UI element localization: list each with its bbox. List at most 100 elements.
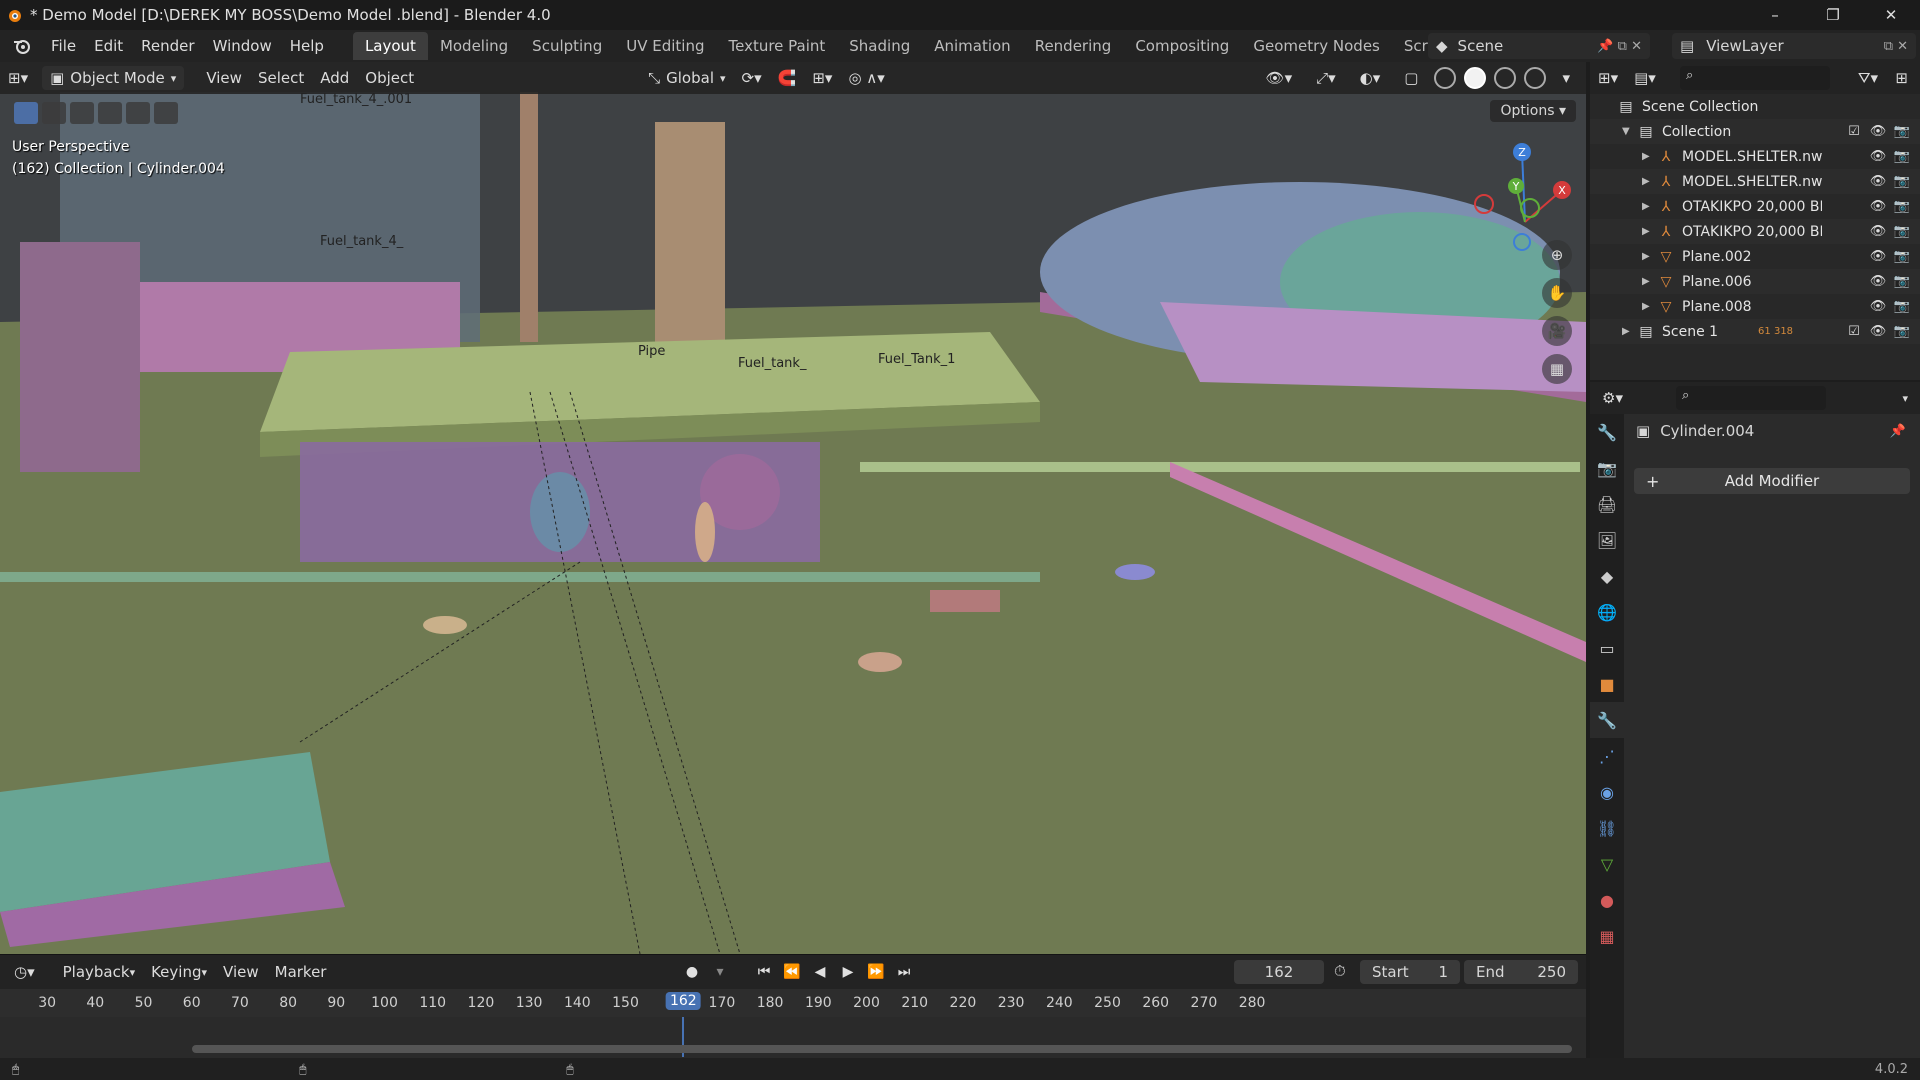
view-layer-icon[interactable]: 🖼 [1590, 522, 1624, 558]
eye-icon[interactable]: 👁 [1870, 324, 1887, 340]
xray-toggle-icon[interactable]: ▢ [1396, 66, 1426, 90]
timeline-menu-keying[interactable]: Keying ▾ [143, 960, 215, 984]
eye-icon[interactable]: 👁 [1870, 174, 1887, 190]
tab-sculpting[interactable]: Sculpting [520, 32, 614, 60]
data-icon[interactable]: ▽ [1590, 846, 1624, 882]
wireframe-shading-icon[interactable] [1434, 67, 1457, 89]
viewport-menu-add[interactable]: Add [312, 66, 357, 90]
expand-down-icon[interactable]: ▼ [1622, 126, 1636, 137]
snap-target-icon[interactable]: ⊞▾ [804, 66, 840, 90]
timeline-scrollbar[interactable] [192, 1045, 1572, 1053]
shading-options-icon[interactable]: ▾ [1554, 66, 1578, 90]
camera-icon[interactable]: 📷 [1894, 199, 1910, 215]
outliner-row[interactable]: ▤ Scene Collection [1590, 94, 1920, 119]
clock-icon[interactable]: ⏱ [1334, 962, 1346, 980]
expand-right-icon[interactable]: ▶ [1642, 176, 1656, 187]
expand-right-icon[interactable]: ▶ [1642, 201, 1656, 212]
properties-options-icon[interactable]: ▾ [1894, 386, 1916, 410]
timeline-menu-marker[interactable]: Marker [267, 960, 335, 984]
physics-icon[interactable]: ◉ [1590, 774, 1624, 810]
camera-icon[interactable]: 📷 [1894, 274, 1910, 290]
material-icon[interactable]: ● [1590, 882, 1624, 918]
scene-selector[interactable]: ◆ Scene 📌 ⧉ ✕ [1428, 33, 1650, 59]
blender-menu-icon[interactable] [8, 32, 36, 60]
eye-icon[interactable]: 👁 [1870, 199, 1887, 215]
current-frame-field[interactable]: 162 [1234, 960, 1324, 984]
expand-right-icon[interactable]: ▶ [1642, 151, 1656, 162]
tab-texture-paint[interactable]: Texture Paint [716, 32, 837, 60]
modifier-icon[interactable]: 🔧 [1590, 702, 1624, 738]
solid-shading-icon[interactable] [1464, 67, 1487, 89]
eye-icon[interactable]: 👁 [1870, 124, 1887, 140]
jump-end-icon[interactable]: ⏭ [892, 960, 916, 984]
expand-right-icon[interactable]: ▶ [1642, 301, 1656, 312]
eye-icon[interactable]: 👁 [1870, 274, 1887, 290]
overlay-toggle-icon[interactable]: ◐▾ [1352, 66, 1389, 90]
menu-edit[interactable]: Edit [85, 37, 132, 55]
outliner-search-input[interactable]: ⌕ [1680, 66, 1830, 90]
expand-right-icon[interactable]: ▶ [1622, 326, 1636, 337]
pivot-point-icon[interactable]: ⟳▾ [734, 66, 770, 90]
tab-uv-editing[interactable]: UV Editing [614, 32, 716, 60]
camera-icon[interactable]: 📷 [1894, 299, 1910, 315]
outliner-row[interactable]: ▶ ⅄ OTAKIKPO 20,000 BB 👁 📷 [1590, 194, 1920, 219]
tool-icon[interactable]: 🔧 [1590, 414, 1624, 450]
current-frame-indicator[interactable]: 162 [665, 992, 701, 1010]
minimize-button[interactable]: – [1746, 0, 1804, 30]
object-icon[interactable]: ■ [1590, 666, 1624, 702]
eye-icon[interactable]: 👁 [1870, 149, 1887, 165]
outliner-row[interactable]: ▶ ▤ Scene 1 61 318 ☑ 👁 📷 [1590, 319, 1920, 344]
pin-icon[interactable]: 📌 [1890, 424, 1906, 439]
prev-keyframe-icon[interactable]: ⏪ [780, 960, 804, 984]
camera-icon[interactable]: 📷 [1894, 324, 1910, 340]
transform-orientation-dropdown[interactable]: ⤡ Global ▾ [640, 66, 733, 90]
tab-modeling[interactable]: Modeling [428, 32, 520, 60]
tab-shading[interactable]: Shading [837, 32, 922, 60]
snap-icon[interactable]: 🧲 [770, 66, 805, 90]
expand-right-icon[interactable]: ▶ [1642, 251, 1656, 262]
select-box-subtract-icon[interactable] [98, 102, 122, 124]
render-icon[interactable]: 📷 [1590, 450, 1624, 486]
timeline-menu-playback[interactable]: Playback ▾ [55, 960, 143, 984]
start-frame-field[interactable]: Start 1 [1360, 960, 1460, 984]
viewport-menu-view[interactable]: View [198, 66, 250, 90]
display-mode-icon[interactable]: ▤▾ [1626, 66, 1664, 90]
pin-icon[interactable]: 📌 ⧉ ✕ [1597, 39, 1642, 54]
outliner-row[interactable]: ▶ ⅄ MODEL.SHELTER.nwc 👁 📷 [1590, 169, 1920, 194]
outliner-row[interactable]: ▶ ▽ Plane.002 👁 📷 [1590, 244, 1920, 269]
expand-right-icon[interactable]: ▶ [1642, 276, 1656, 287]
outliner-row[interactable]: ▼ ▤ Collection ☑ 👁 📷 [1590, 119, 1920, 144]
pan-hand-icon[interactable]: ✋ [1542, 278, 1572, 308]
end-frame-field[interactable]: End 250 [1464, 960, 1578, 984]
visibility-icon[interactable]: 👁▾ [1258, 66, 1301, 90]
proportional-edit-icon[interactable]: ◎ ∧▾ [840, 66, 892, 90]
menu-help[interactable]: Help [281, 37, 333, 55]
viewlayer-selector[interactable]: ▤ ViewLayer ⧉ ✕ [1672, 33, 1916, 59]
select-box-new-icon[interactable] [42, 102, 66, 124]
particles-icon[interactable]: ⋰ [1590, 738, 1624, 774]
ortho-grid-icon[interactable]: ▦ [1542, 354, 1572, 384]
constraints-icon[interactable]: ⛓ [1590, 810, 1624, 846]
filter-icon[interactable]: ⛛▾ [1850, 66, 1886, 90]
camera-view-icon[interactable]: 🎥 [1542, 316, 1572, 346]
play-icon[interactable]: ▶ [836, 960, 860, 984]
texture-icon[interactable]: ▦ [1590, 918, 1624, 954]
checkbox-icon[interactable]: ☑ [1846, 324, 1862, 340]
expand-right-icon[interactable]: ▶ [1642, 226, 1656, 237]
material-shading-icon[interactable] [1494, 67, 1517, 89]
world-icon[interactable]: 🌐 [1590, 594, 1624, 630]
close-button[interactable]: ✕ [1862, 0, 1920, 30]
menu-file[interactable]: File [42, 37, 85, 55]
camera-icon[interactable]: 📷 [1894, 124, 1910, 140]
properties-search-input[interactable]: ⌕ [1676, 386, 1826, 410]
output-icon[interactable]: 🖨 [1590, 486, 1624, 522]
outliner-row[interactable]: ▶ ▽ Plane.006 👁 📷 [1590, 269, 1920, 294]
collection-icon[interactable]: ▭ [1590, 630, 1624, 666]
next-keyframe-icon[interactable]: ⏩ [864, 960, 888, 984]
viewport-menu-object[interactable]: Object [357, 66, 422, 90]
record-icon[interactable]: ● [680, 960, 704, 984]
maximize-button[interactable]: ❐ [1804, 0, 1862, 30]
camera-icon[interactable]: 📷 [1894, 249, 1910, 265]
select-box-extend-icon[interactable] [70, 102, 94, 124]
tab-layout[interactable]: Layout [352, 32, 428, 60]
